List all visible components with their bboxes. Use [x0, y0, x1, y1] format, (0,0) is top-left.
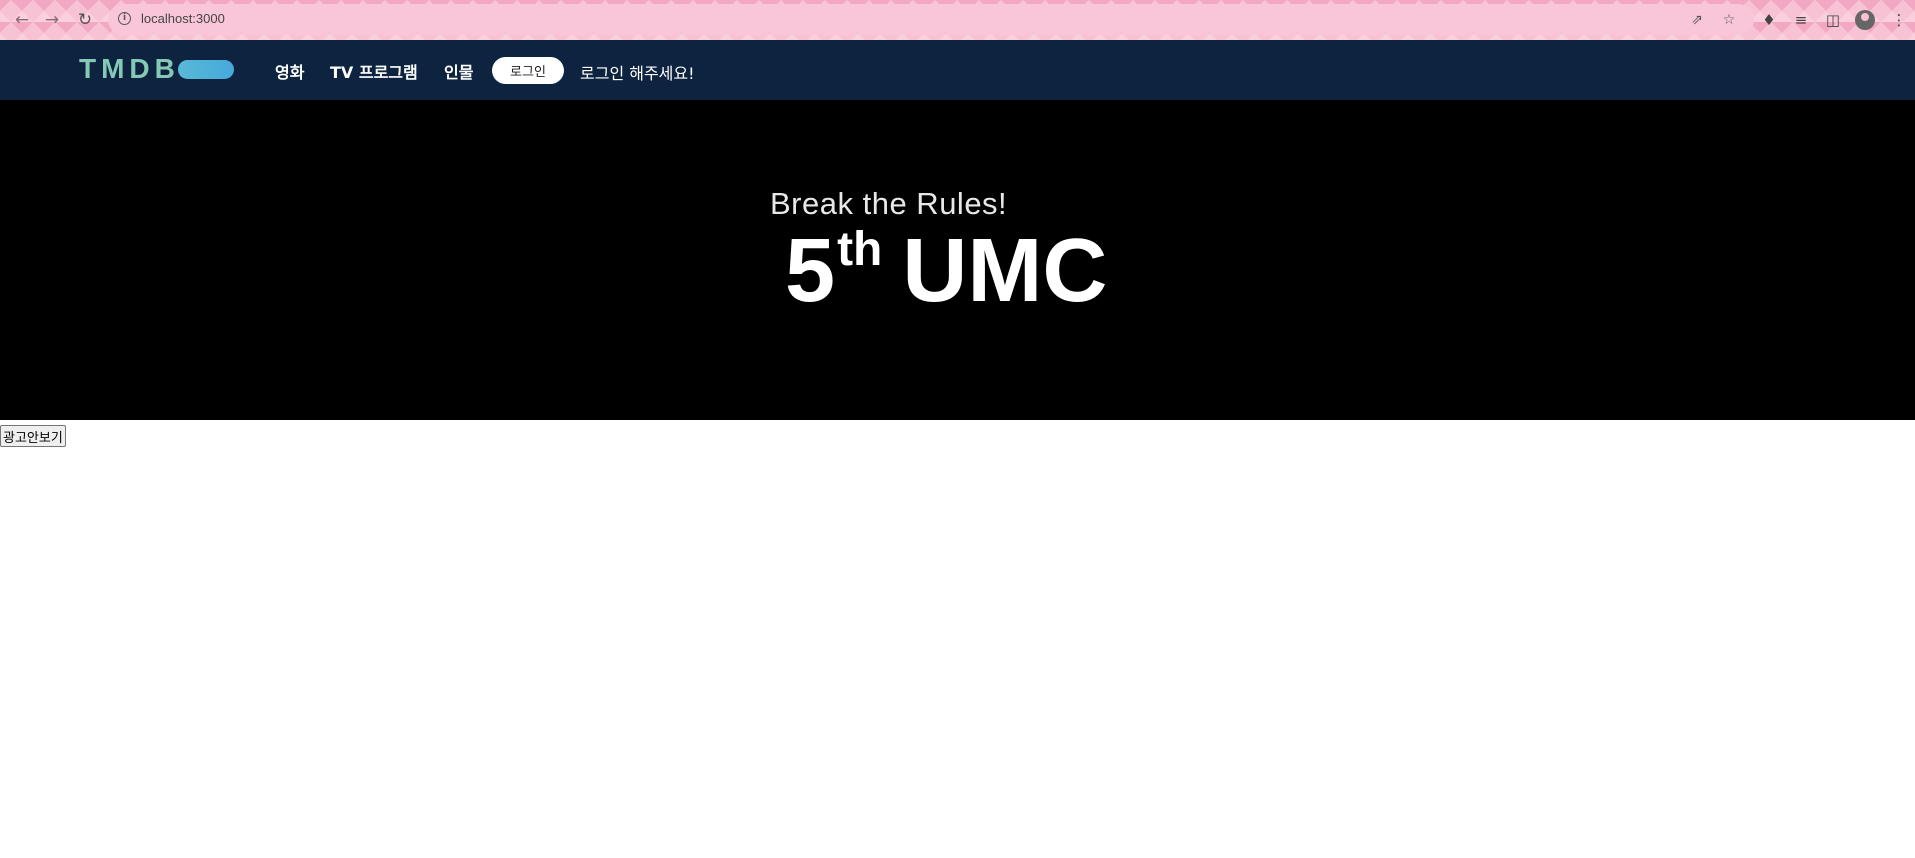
profile-avatar-icon[interactable]: [1855, 10, 1875, 30]
logo-text[interactable]: TMDB: [79, 53, 180, 85]
nav-link-movies[interactable]: 영화: [275, 59, 304, 83]
share-icon[interactable]: ⇗: [1686, 9, 1708, 31]
forward-arrow-icon[interactable]: →: [40, 8, 64, 32]
logo-pill-shape: [178, 60, 234, 79]
address-bar[interactable]: i localhost:3000 ⇗ ☆: [108, 4, 1754, 35]
url-text[interactable]: localhost:3000: [141, 11, 225, 26]
kebab-menu-icon[interactable]: ⋮: [1887, 8, 1911, 32]
bookmark-star-icon[interactable]: ☆: [1718, 9, 1740, 31]
reload-icon[interactable]: ↻: [73, 8, 97, 32]
site-header: TMDB 영화 TV 프로그램 인물 로그인 로그인 해주세요!: [0, 40, 1915, 100]
banner-superscript: th: [837, 223, 883, 276]
nav-link-people[interactable]: 인물: [444, 59, 473, 83]
side-panel-icon[interactable]: ◫: [1821, 8, 1845, 32]
nav-link-tv[interactable]: TV 프로그램: [330, 59, 418, 83]
back-arrow-icon[interactable]: ←: [10, 8, 34, 32]
site-info-icon[interactable]: i: [118, 12, 131, 25]
banner-word: UMC: [902, 221, 1108, 321]
hero-banner: Break the Rules! 5th UMC: [0, 100, 1915, 420]
banner-title: 5th UMC: [785, 223, 1107, 316]
banner-number: 5: [785, 221, 836, 321]
extensions-puzzle-icon[interactable]: ♦: [1757, 8, 1781, 32]
browser-toolbar: ← → ↻ i localhost:3000 ⇗ ☆ ♦ ≡ ◫ ⋮: [0, 0, 1915, 40]
hide-ad-button[interactable]: 광고안보기: [0, 425, 66, 447]
reading-list-icon[interactable]: ≡: [1789, 8, 1813, 32]
login-message: 로그인 해주세요!: [580, 64, 695, 83]
banner-tagline: Break the Rules!: [770, 186, 1008, 221]
login-button[interactable]: 로그인: [492, 57, 564, 84]
